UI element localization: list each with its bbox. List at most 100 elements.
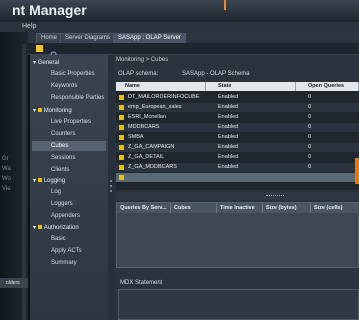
nav-item-apply-acts[interactable]: Apply ACTs bbox=[51, 248, 82, 254]
table-row[interactable]: SMBA Enabled 0 bbox=[116, 133, 359, 142]
nav-item-basic[interactable]: Basic bbox=[51, 236, 66, 242]
nav-panel: ▾ General Basic Properties Keywords Resp… bbox=[30, 55, 109, 320]
olap-schema-label: OLAP schema: bbox=[118, 71, 159, 77]
nav-item-responsible-parties[interactable]: Responsible Parties bbox=[51, 95, 104, 101]
folders-tab[interactable]: olders bbox=[0, 278, 28, 288]
left-dock-label: Wa bbox=[2, 166, 11, 172]
cubes-table: Name State Open Queries DT_MAILORDERINFO… bbox=[116, 82, 359, 190]
cube-open-queries: 0 bbox=[308, 164, 312, 170]
table-row[interactable]: ESRI_Mcnellan Enabled 0 bbox=[116, 113, 359, 122]
cube-state: Enabled bbox=[218, 94, 239, 100]
tab-home[interactable]: Home bbox=[36, 33, 63, 43]
splitter-grip bbox=[110, 190, 112, 192]
table-row[interactable]: Z_GA_MDDBCARS Enabled 0 bbox=[116, 163, 359, 172]
cube-open-queries: 0 bbox=[308, 114, 312, 120]
nav-item-keywords[interactable]: Keywords bbox=[51, 83, 77, 89]
cube-icon bbox=[119, 155, 124, 160]
mdx-statement-field[interactable] bbox=[118, 289, 359, 320]
cube-state: Enabled bbox=[218, 154, 239, 160]
column-header-cubes[interactable]: Cubes bbox=[171, 203, 217, 213]
nav-section-label: Logging bbox=[43, 178, 66, 184]
nav-item-summary[interactable]: Summary bbox=[51, 260, 77, 266]
cube-name: Z_GA_MDDBCARS bbox=[128, 164, 177, 170]
nav-section-authorization[interactable]: ▾ Authorization bbox=[33, 224, 79, 231]
cube-open-queries: 0 bbox=[308, 154, 312, 160]
column-header-time-inactive[interactable]: Time Inactive bbox=[217, 203, 263, 213]
app-title: nt Manager bbox=[12, 2, 87, 18]
left-dock-label: Vie bbox=[2, 186, 11, 192]
cube-state: Enabled bbox=[218, 114, 239, 120]
horizontal-splitter[interactable] bbox=[116, 192, 359, 200]
column-header-open-queries[interactable]: Open Queries bbox=[296, 82, 359, 91]
cube-icon bbox=[119, 135, 124, 140]
olap-schema-value: SASApp - OLAP Schema bbox=[182, 71, 250, 77]
tab-olap-server[interactable]: SASApp : OLAP Server bbox=[113, 33, 186, 43]
table-row[interactable]: DT_MAILORDERINFOCUBE Enabled 0 bbox=[116, 93, 359, 102]
table-row[interactable]: Z_GA_DETAIL Enabled 0 bbox=[116, 153, 359, 162]
left-dock-label: Wo bbox=[2, 176, 11, 182]
cube-open-queries: 0 bbox=[308, 124, 312, 130]
column-header-size-cells[interactable]: Size (cells) bbox=[311, 203, 359, 213]
splitter-grip bbox=[110, 185, 112, 187]
monitoring-icon bbox=[37, 108, 42, 112]
nav-section-logging[interactable]: ▾ Logging bbox=[33, 177, 65, 184]
tab-server-diagrams[interactable]: Server Diagrams bbox=[60, 33, 116, 43]
column-header-state[interactable]: State bbox=[206, 82, 296, 91]
nav-item-basic-properties[interactable]: Basic Properties bbox=[51, 71, 95, 77]
breadcrumb: Monitoring > Cubes bbox=[116, 57, 169, 63]
splitter-grip bbox=[266, 195, 284, 197]
mdx-statement-label: MDX Statement bbox=[120, 280, 163, 286]
nav-section-general[interactable]: ▾ General bbox=[33, 59, 59, 66]
nav-item-clients[interactable]: Clients bbox=[51, 167, 69, 173]
cube-open-queries: 0 bbox=[308, 144, 312, 150]
cube-icon bbox=[119, 165, 124, 170]
nav-section-label: Authorization bbox=[43, 225, 79, 231]
nav-section-monitoring[interactable]: ▾ Monitoring bbox=[33, 107, 72, 114]
cube-icon bbox=[119, 95, 124, 100]
nav-section-label: Monitoring bbox=[43, 108, 72, 114]
cube-name: DT_MAILORDERINFOCUBE bbox=[128, 94, 200, 100]
cube-icon bbox=[119, 115, 124, 120]
queries-table: Queries By Serv... Cubes Time Inactive S… bbox=[116, 202, 359, 268]
tab-label: SASApp : OLAP Server bbox=[118, 35, 181, 41]
left-dock-label: Gr bbox=[2, 156, 9, 162]
cube-state: Enabled bbox=[218, 124, 239, 130]
table-row[interactable]: Z_GA_CAMPAIGN Enabled 0 bbox=[116, 143, 359, 152]
nav-item-live-properties[interactable]: Live Properties bbox=[51, 119, 91, 125]
cube-name: SMBA bbox=[128, 134, 144, 140]
nav-section-label: General bbox=[37, 60, 60, 66]
column-header-queries-by-server[interactable]: Queries By Serv... bbox=[117, 203, 171, 213]
splitter-grip bbox=[110, 180, 112, 182]
tab-label: Server Diagrams bbox=[65, 35, 111, 41]
cube-state: Enabled bbox=[218, 164, 239, 170]
menu-help[interactable]: Help bbox=[22, 22, 36, 32]
cube-icon bbox=[119, 145, 124, 150]
toolbar bbox=[28, 43, 359, 55]
logging-icon bbox=[37, 178, 42, 182]
column-header-name[interactable]: Name bbox=[116, 82, 206, 91]
nav-item-cubes[interactable]: Cubes bbox=[32, 141, 106, 151]
cube-state: Enabled bbox=[218, 134, 239, 140]
authorization-icon bbox=[37, 225, 42, 229]
cube-icon bbox=[119, 175, 124, 180]
accent-marker bbox=[224, 0, 226, 10]
refresh-icon[interactable] bbox=[50, 45, 57, 58]
cube-open-queries: 0 bbox=[308, 134, 312, 140]
table-row[interactable]: emp_European_sales Enabled 0 bbox=[116, 103, 359, 112]
accent-side-marker bbox=[355, 158, 359, 184]
nav-item-log[interactable]: Log bbox=[51, 189, 61, 195]
nav-item-loggers[interactable]: Loggers bbox=[51, 201, 73, 207]
nav-item-sessions[interactable]: Sessions bbox=[51, 155, 75, 161]
cube-open-queries: 0 bbox=[308, 94, 312, 100]
column-header-size-bytes[interactable]: Size (bytes) bbox=[263, 203, 311, 213]
cube-name: Z_GA_CAMPAIGN bbox=[128, 144, 175, 150]
folders-tab-label: olders bbox=[6, 280, 20, 286]
folder-icon[interactable] bbox=[36, 45, 43, 52]
cube-name: Z_GA_DETAIL bbox=[128, 154, 165, 160]
table-row[interactable] bbox=[116, 173, 359, 182]
cube-state: Enabled bbox=[218, 144, 239, 150]
menu-bar bbox=[0, 22, 359, 32]
nav-item-counters[interactable]: Counters bbox=[51, 131, 75, 137]
table-row[interactable]: MDDBCARS Enabled 0 bbox=[116, 123, 359, 132]
nav-item-appenders[interactable]: Appenders bbox=[51, 213, 80, 219]
